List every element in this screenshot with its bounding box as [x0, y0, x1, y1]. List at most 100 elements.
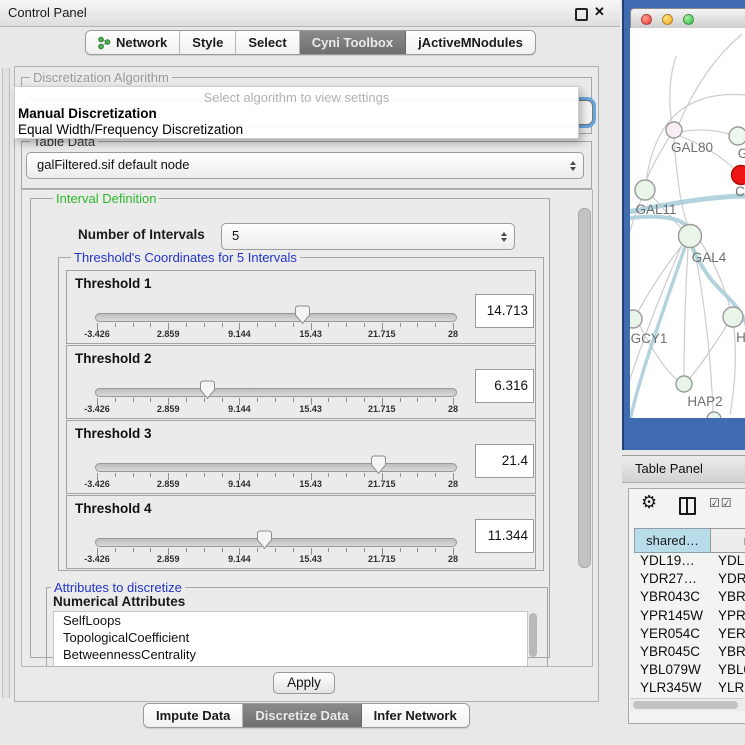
slider-tick-label: 15.43: [299, 554, 322, 564]
slider-tick-label: 15.43: [299, 329, 322, 339]
zoom-traffic-light-icon[interactable]: [683, 14, 694, 25]
numerical-attributes-list[interactable]: SelfLoopsTopologicalCoefficientBetweenne…: [53, 611, 528, 667]
network-node-GAL11[interactable]: [635, 180, 655, 200]
attribute-item-betweennesscentrality[interactable]: BetweennessCentrality: [54, 646, 527, 663]
slider-tick: [346, 473, 347, 477]
table-row[interactable]: YDL19…YDL1: [634, 553, 745, 571]
network-node-GAL4[interactable]: [679, 225, 702, 248]
network-node-node-partial-bottom[interactable]: [707, 412, 721, 418]
slider-tick-label: 15.43: [299, 404, 322, 414]
slider-tick: [435, 548, 436, 552]
table-row[interactable]: YDR27…YDR2: [634, 571, 745, 589]
network-node-label-GAL80: GAL80: [671, 140, 713, 155]
slider-tick: [435, 398, 436, 402]
settings-vertical-scrollbar[interactable]: [578, 208, 591, 568]
tab-infer-network[interactable]: Infer Network: [362, 704, 469, 727]
network-node-red-node[interactable]: [732, 166, 745, 185]
close-traffic-light-icon[interactable]: [641, 14, 652, 25]
numerical-attributes-label: Numerical Attributes: [53, 594, 185, 609]
column-header-shared[interactable]: shared…: [634, 528, 711, 553]
tab-select[interactable]: Select: [236, 31, 299, 54]
panel-left-scrollbar[interactable]: [2, 68, 10, 698]
slider-tick-label: 2.859: [157, 329, 180, 339]
slider-tick-label: 28: [448, 404, 458, 414]
table-data-combobox[interactable]: galFiltered.sif default node: [26, 152, 584, 179]
threshold-slider-thumb[interactable]: [294, 305, 311, 325]
cell-shared-name: YER054C: [640, 626, 712, 641]
network-node-GCY1[interactable]: [630, 310, 642, 328]
network-edge: [638, 244, 683, 312]
slider-tick-label: 2.859: [157, 554, 180, 564]
float-window-icon[interactable]: [575, 8, 588, 21]
attributes-list-scrollbar[interactable]: [529, 613, 537, 657]
table-row[interactable]: YER054CYER0: [634, 626, 745, 644]
tab-discretize-data-label: Discretize Data: [255, 704, 348, 727]
threshold-slider-thumb[interactable]: [256, 530, 273, 550]
threshold-value-field[interactable]: 21.4: [475, 444, 534, 478]
table-row[interactable]: YLR345WYLR3: [634, 680, 745, 698]
network-node-G[interactable]: [729, 127, 745, 145]
network-node-GAL80[interactable]: [666, 122, 682, 138]
column-layout-icon[interactable]: [679, 497, 696, 515]
table-horizontal-scrollbar-thumb[interactable]: [633, 701, 738, 709]
gear-icon[interactable]: ⚙: [641, 492, 657, 513]
slider-tick: [186, 473, 187, 477]
slider-tick: [346, 398, 347, 402]
table-horizontal-scrollbar[interactable]: [630, 698, 745, 711]
tab-cyni-toolbox[interactable]: Cyni Toolbox: [300, 31, 406, 54]
cell-name: YLR3: [718, 680, 745, 695]
algorithm-option-equal-width-frequency-discretization[interactable]: Equal Width/Frequency Discretization: [18, 122, 243, 137]
slider-tick: [115, 473, 116, 477]
threshold-slider-track[interactable]: [95, 388, 457, 397]
table-row[interactable]: YBL079WYBL0: [634, 662, 745, 680]
apply-button[interactable]: Apply: [273, 672, 335, 694]
slider-tick: [204, 548, 205, 552]
slider-tick-label: 9.144: [228, 554, 251, 564]
network-node-H[interactable]: [723, 307, 743, 327]
number-of-intervals-label: Number of Intervals: [78, 227, 205, 242]
threshold-label: Threshold 4: [75, 501, 152, 516]
cell-name: YBR0: [718, 589, 745, 604]
cell-shared-name: YPR145W: [640, 608, 712, 623]
table-data-group: Table Data galFiltered.sif default node: [21, 141, 592, 189]
table-panel-title: Table Panel: [635, 461, 703, 476]
slider-tick: [400, 323, 401, 327]
table-row[interactable]: YPR145WYPR1: [634, 608, 745, 626]
threshold-slider-thumb[interactable]: [370, 455, 387, 475]
threshold-value-field[interactable]: 14.713: [475, 294, 534, 328]
threshold-slider-track[interactable]: [95, 538, 457, 547]
attributes-group-label: Attributes to discretize: [51, 580, 185, 595]
threshold-slider-thumb[interactable]: [199, 380, 216, 400]
tab-impute-data[interactable]: Impute Data: [144, 704, 243, 727]
threshold-slider-track[interactable]: [95, 313, 457, 322]
number-of-intervals-combobox[interactable]: 5: [221, 223, 515, 250]
column-header-name[interactable]: na: [710, 528, 745, 553]
algorithm-option-manual-discretization[interactable]: Manual Discretization: [18, 106, 157, 121]
tab-network[interactable]: Network: [86, 31, 180, 54]
network-node-HAP2[interactable]: [676, 376, 692, 392]
tab-discretize-data[interactable]: Discretize Data: [243, 704, 361, 727]
attribute-item-topologicalcoefficient[interactable]: TopologicalCoefficient: [54, 629, 527, 646]
slider-tick: [257, 473, 258, 477]
cell-shared-name: YBR043C: [640, 589, 712, 604]
checkbox-columns-icon[interactable]: ☑☑: [709, 496, 733, 510]
slider-tick: [204, 473, 205, 477]
slider-tick-label: -3.426: [84, 404, 110, 414]
attribute-item-selfloops[interactable]: SelfLoops: [54, 612, 527, 629]
table-panel-titlebar: Table Panel: [622, 455, 745, 483]
slider-tick: [186, 398, 187, 402]
close-icon[interactable]: ✕: [594, 4, 605, 20]
threshold-value-field[interactable]: 6.316: [475, 369, 534, 403]
tab-style-label: Style: [192, 31, 223, 54]
threshold-value-field[interactable]: 11.344: [475, 519, 534, 553]
threshold-label: Threshold 1: [75, 276, 152, 291]
table-row[interactable]: YBR045CYBR0: [634, 644, 745, 662]
slider-tick: [364, 548, 365, 552]
minimize-traffic-light-icon[interactable]: [662, 14, 673, 25]
network-canvas[interactable]: GAL80GCGAL11GAL4GCY1HHAP2: [630, 28, 745, 418]
tab-jactivemnodules[interactable]: jActiveMNodules: [406, 31, 535, 54]
threshold-slider-track[interactable]: [95, 463, 457, 472]
table-row[interactable]: YBR043C YBR0: [634, 589, 745, 607]
tab-style[interactable]: Style: [180, 31, 236, 54]
combobox-stepper-icon: [501, 232, 507, 242]
